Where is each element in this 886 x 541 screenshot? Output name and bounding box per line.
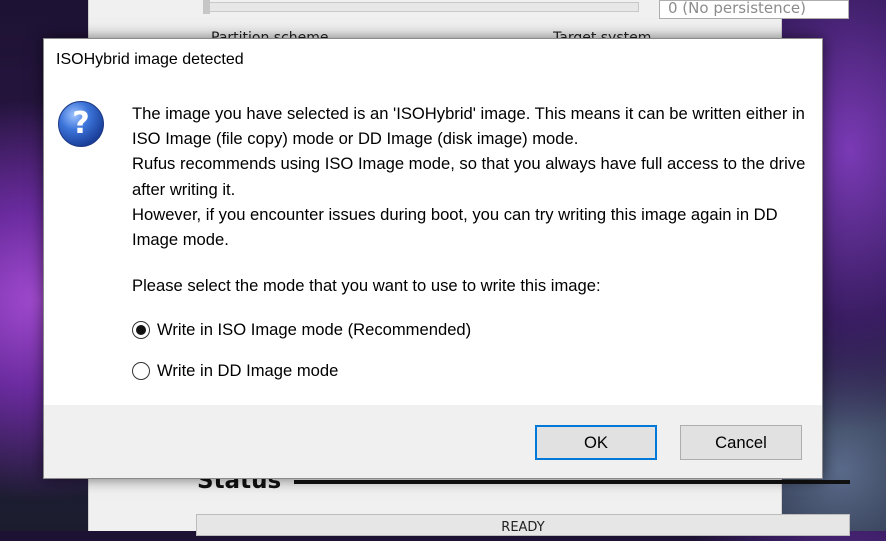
ok-button[interactable]: OK [535,425,657,460]
message-line: However, if you encounter issues during … [132,204,778,250]
status-divider [294,480,850,484]
cancel-button[interactable]: Cancel [680,425,802,460]
radio-dd-mode[interactable]: Write in DD Image mode [132,360,338,382]
radio-label-dd[interactable]: Write in DD Image mode [157,361,338,381]
dialog-message: The image you have selected is an 'ISOHy… [132,101,812,252]
radio-iso-mode[interactable]: Write in ISO Image mode (Recommended) [132,319,471,341]
message-line: Rufus recommends using ISO Image mode, s… [132,154,806,199]
message-line: The image you have selected is an 'ISOHy… [132,104,805,149]
status-progress-bar: READY [196,514,850,536]
radio-button-iso[interactable] [132,321,150,339]
isohybrid-dialog: ISOHybrid image detected ? The image you… [43,38,823,479]
persistence-size-field[interactable]: 0 (No persistence) [659,0,849,19]
persistence-slider-thumb[interactable] [203,0,210,14]
mode-prompt: Please select the mode that you want to … [132,276,601,295]
radio-selected-dot [136,325,146,335]
dialog-button-bar: OK Cancel [44,405,822,478]
radio-label-iso[interactable]: Write in ISO Image mode (Recommended) [157,320,471,340]
dialog-title: ISOHybrid image detected [56,51,244,68]
radio-button-dd[interactable] [132,362,150,380]
question-icon: ? [58,101,104,147]
persistence-slider[interactable] [203,2,639,12]
